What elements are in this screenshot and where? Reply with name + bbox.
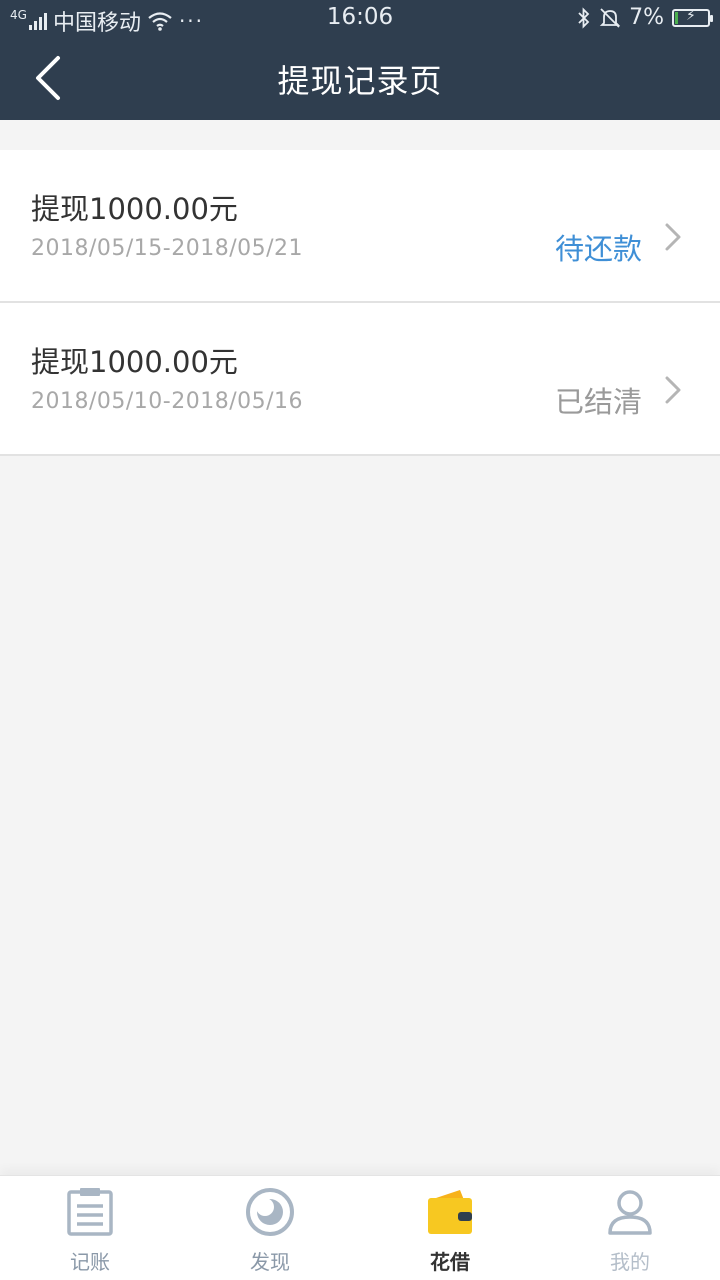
record-amount: 提现1000.00元: [31, 345, 238, 379]
user-icon: [608, 1190, 652, 1235]
wallet-icon: [428, 1190, 472, 1234]
withdrawal-record-item[interactable]: 提现1000.00元 2018/05/15-2018/05/21 待还款: [0, 150, 720, 303]
status-bar: 4G 中国移动 ··· 16:06 7% ⚡: [0, 0, 720, 38]
battery-fill: [675, 11, 678, 24]
bottom-tab-bar: 记账 发现 花借 我的: [0, 1175, 720, 1280]
top-bar: 4G 中国移动 ··· 16:06 7% ⚡ 提现记录页: [0, 0, 720, 120]
record-amount: 提现1000.00元: [31, 192, 238, 226]
tab-discover[interactable]: 发现: [180, 1176, 360, 1280]
notebook-icon: [67, 1188, 113, 1236]
tab-mine[interactable]: 我的: [540, 1176, 720, 1280]
discover-icon: [246, 1188, 294, 1236]
chevron-right-icon: [665, 376, 681, 404]
tab-label: 记账: [70, 1250, 110, 1274]
status-right: 7% ⚡: [577, 5, 713, 30]
tab-label: 发现: [250, 1250, 290, 1274]
chevron-right-icon: [665, 223, 681, 251]
withdrawal-record-list: 提现1000.00元 2018/05/15-2018/05/21 待还款 提现1…: [0, 150, 720, 456]
tab-bookkeeping[interactable]: 记账: [0, 1176, 180, 1280]
record-date-range: 2018/05/10-2018/05/16: [31, 389, 304, 414]
tab-label: 花借: [430, 1250, 470, 1274]
page-title: 提现记录页: [277, 62, 443, 100]
alarm-off-icon: [599, 7, 621, 28]
charging-icon: ⚡: [686, 7, 696, 24]
record-status: 待还款: [554, 232, 642, 266]
battery-percent: 7%: [629, 5, 664, 30]
record-date-range: 2018/05/15-2018/05/21: [31, 236, 304, 261]
tab-borrow[interactable]: 花借: [360, 1176, 540, 1280]
tab-label: 我的: [610, 1250, 650, 1274]
battery-icon: ⚡: [672, 7, 713, 27]
bluetooth-icon: [578, 6, 590, 29]
withdrawal-record-item[interactable]: 提现1000.00元 2018/05/10-2018/05/16 已结清: [0, 303, 720, 456]
record-status: 已结清: [554, 385, 642, 419]
